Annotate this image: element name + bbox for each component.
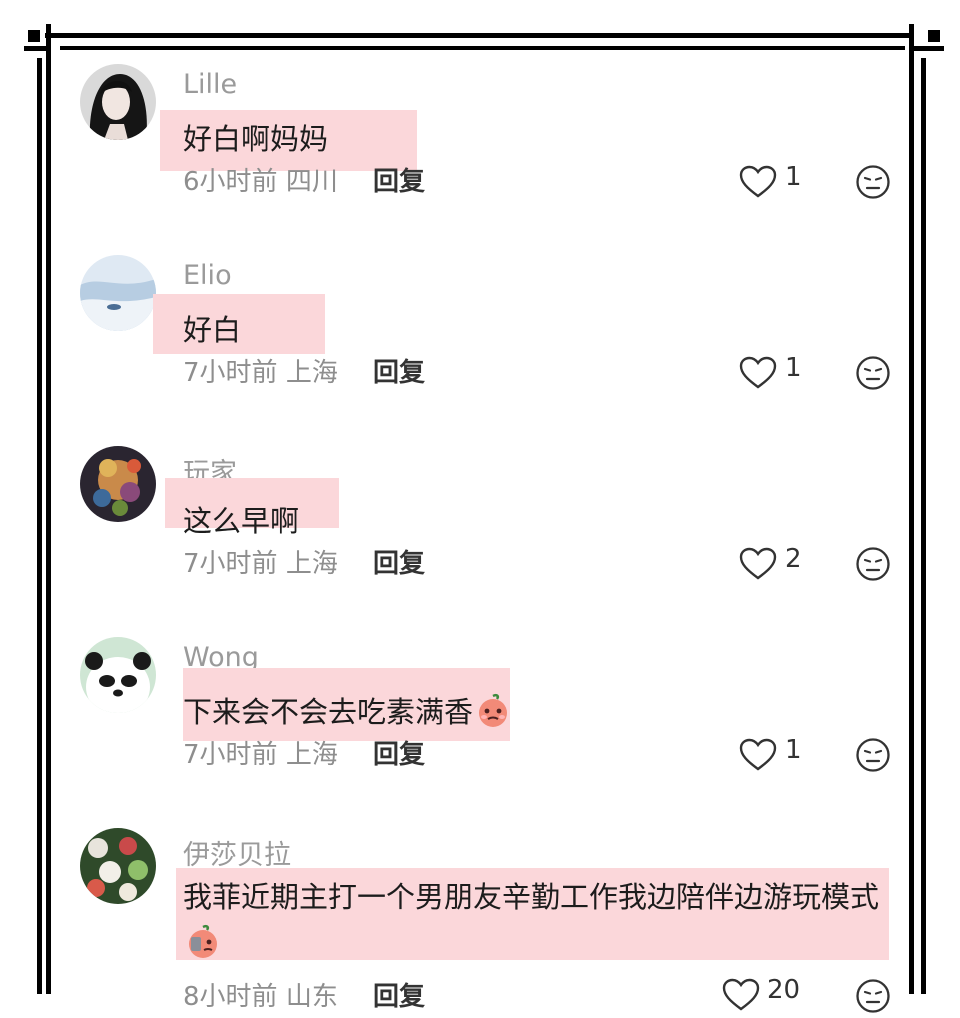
comment-list: Lille 好白啊妈妈 6小时前 四川 回复 1 Elio 好白 7小时前 上海: [0, 0, 960, 1013]
like-count: 1: [785, 735, 802, 765]
dislike-face-icon[interactable]: [855, 978, 891, 1014]
reply-button[interactable]: 回复: [373, 161, 425, 198]
comment-item: 玩家 这么早啊 7小时前 上海 回复 2: [0, 446, 960, 636]
comment-meta: 7小时前 上海: [183, 352, 338, 389]
like-count: 20: [767, 975, 801, 1005]
comment-location: 山东: [285, 982, 338, 1012]
username[interactable]: Lille: [183, 69, 237, 100]
heart-icon[interactable]: [739, 738, 777, 772]
comment-time: 7小时前: [183, 358, 278, 388]
heart-icon[interactable]: [739, 356, 777, 390]
comment-time: 7小时前: [183, 740, 278, 770]
dislike-face-icon[interactable]: [855, 546, 891, 582]
comment-item: Elio 好白 7小时前 上海 回复 1: [0, 255, 960, 445]
comment-text: 好白啊妈妈: [183, 122, 329, 156]
comment-meta: 6小时前 四川: [183, 161, 338, 198]
flowers-avatar[interactable]: [80, 828, 156, 904]
comment-item: 伊莎贝拉 我菲近期主打一个男朋友辛勤工作我边陪伴边游玩模式 8小时前 山东 回复…: [0, 828, 960, 1018]
heart-icon[interactable]: [739, 547, 777, 581]
username[interactable]: 伊莎贝拉: [183, 833, 291, 872]
panda-avatar[interactable]: [80, 637, 156, 713]
reply-button[interactable]: 回复: [373, 976, 425, 1013]
reply-button[interactable]: 回复: [373, 734, 425, 771]
heart-icon[interactable]: [739, 165, 777, 199]
comment-text: 这么早啊: [183, 504, 300, 538]
woman-portrait-avatar[interactable]: [80, 64, 156, 140]
reply-button[interactable]: 回复: [373, 352, 425, 389]
comment-location: 上海: [285, 740, 338, 770]
comment-time: 6小时前: [183, 167, 278, 197]
heart-icon[interactable]: [722, 978, 760, 1012]
like-count: 1: [785, 162, 802, 192]
comment-location: 四川: [285, 167, 338, 197]
comment-text: 下来会不会去吃素满香: [183, 689, 893, 735]
comment-location: 上海: [285, 358, 338, 388]
like-count: 2: [785, 544, 802, 574]
peach-phone-emoji-icon: [189, 924, 217, 958]
snow-landscape-avatar[interactable]: [80, 255, 156, 331]
like-count: 1: [785, 353, 802, 383]
pleading-peach-emoji-icon: [479, 693, 508, 727]
comment-item: Lille 好白啊妈妈 6小时前 四川 回复 1: [0, 64, 960, 254]
comment-meta: 8小时前 山东: [183, 976, 338, 1013]
dislike-face-icon[interactable]: [855, 355, 891, 391]
comment-meta: 7小时前 上海: [183, 734, 338, 771]
reply-button[interactable]: 回复: [373, 543, 425, 580]
username[interactable]: Elio: [183, 260, 232, 291]
comment-item: Wong 下来会不会去吃素满香 7小时前 上海 回复 1: [0, 637, 960, 827]
comment-text: 我菲近期主打一个男朋友辛勤工作我边陪伴边游玩模式: [183, 874, 893, 966]
dislike-face-icon[interactable]: [855, 737, 891, 773]
comment-time: 8小时前: [183, 982, 278, 1012]
dislike-face-icon[interactable]: [855, 164, 891, 200]
comment-location: 上海: [285, 549, 338, 579]
comment-text: 好白: [183, 313, 242, 347]
colorful-art-avatar[interactable]: [80, 446, 156, 522]
comment-time: 7小时前: [183, 549, 278, 579]
comment-meta: 7小时前 上海: [183, 543, 338, 580]
